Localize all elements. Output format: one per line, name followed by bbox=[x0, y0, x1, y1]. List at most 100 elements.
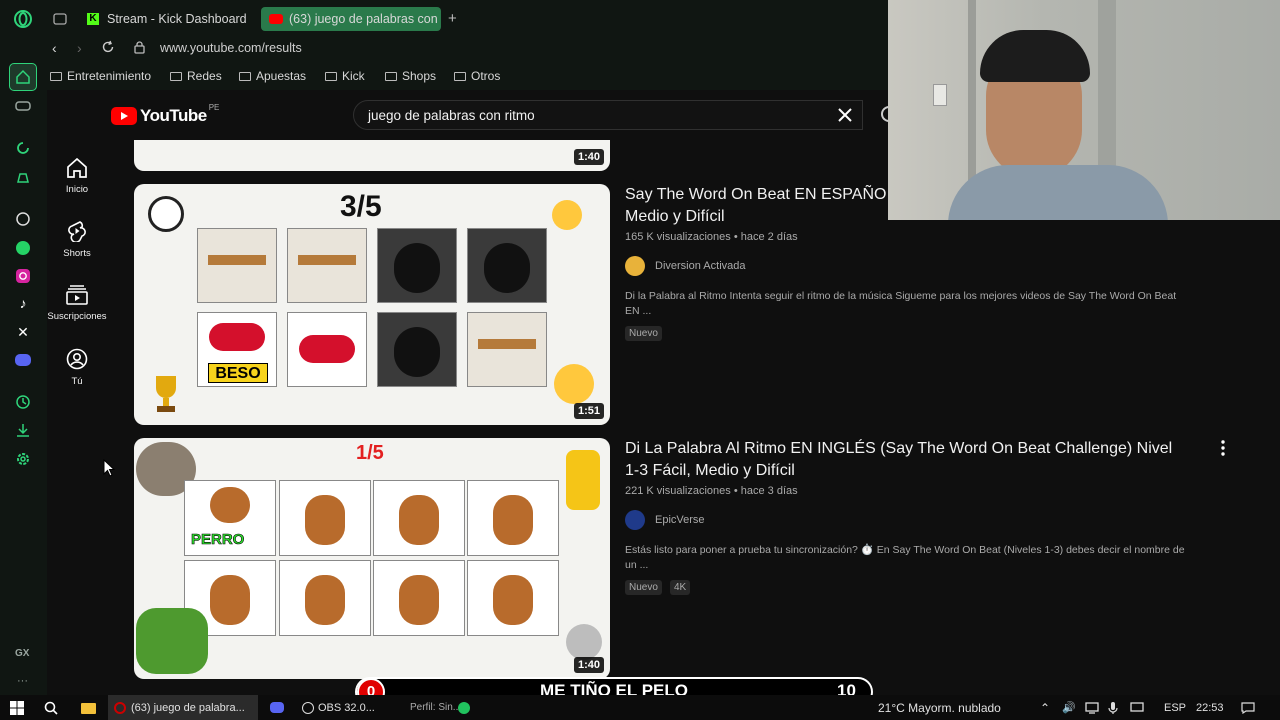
dog-card bbox=[279, 480, 371, 556]
nav-tu[interactable]: Tú bbox=[47, 348, 107, 387]
bookmark-shops[interactable]: Shops bbox=[385, 69, 436, 83]
more-actions-icon[interactable] bbox=[1220, 440, 1226, 461]
bookmark-label: Otros bbox=[471, 69, 501, 83]
video-title-line2: 1-3 Fácil, Medio y Difícil bbox=[625, 462, 795, 479]
nav-shorts[interactable]: Shorts bbox=[47, 220, 107, 259]
home-icon[interactable] bbox=[9, 63, 37, 91]
gamepad-icon[interactable] bbox=[12, 95, 34, 117]
taskbar-obs[interactable]: OBS 32.0... bbox=[302, 695, 375, 720]
tab-youtube-search[interactable]: (63) juego de palabras con bbox=[261, 7, 441, 31]
refresh-icon[interactable] bbox=[12, 137, 34, 159]
video-thumbnail[interactable]: 3/5 BESO 1:51 bbox=[134, 184, 610, 425]
chatgpt-icon[interactable] bbox=[12, 208, 34, 230]
dog-card bbox=[373, 560, 465, 636]
youtube-logo[interactable]: YouTube PE bbox=[111, 103, 219, 126]
windows-start-icon[interactable] bbox=[10, 695, 24, 720]
instagram-icon[interactable] bbox=[12, 265, 34, 287]
url-field[interactable]: www.youtube.com/results bbox=[160, 41, 302, 55]
dog-card bbox=[279, 560, 371, 636]
search-box[interactable]: juego de palabras con ritmo bbox=[353, 100, 863, 130]
volume-icon[interactable]: 🔊 bbox=[1062, 695, 1076, 720]
folder-icon bbox=[385, 71, 397, 81]
nav-suscripciones[interactable]: Suscripciones bbox=[47, 285, 107, 322]
video-title[interactable]: Say The Word On Beat EN ESPAÑO Medio y D… bbox=[625, 184, 886, 228]
video-meta: 221 K visualizaciones • hace 3 días bbox=[625, 485, 798, 497]
file-explorer-icon[interactable] bbox=[81, 695, 96, 720]
opera-logo-icon[interactable] bbox=[12, 8, 34, 30]
video-title-line2: Medio y Difícil bbox=[625, 208, 725, 225]
channel-name: Diversion Activada bbox=[655, 260, 746, 272]
gx-label[interactable]: GX bbox=[15, 648, 29, 659]
notifications-icon[interactable] bbox=[1241, 695, 1255, 720]
table-card bbox=[467, 312, 547, 387]
cat-icon bbox=[566, 624, 602, 660]
clear-search-icon[interactable] bbox=[838, 108, 852, 127]
new-badge: Nuevo bbox=[625, 326, 662, 341]
description-line2: EN ... bbox=[625, 305, 652, 317]
mouse-cursor bbox=[103, 458, 116, 482]
download-icon[interactable] bbox=[12, 419, 34, 441]
folder-icon bbox=[325, 71, 337, 81]
tab-manager-icon[interactable] bbox=[53, 12, 67, 30]
network-icon[interactable] bbox=[1085, 695, 1099, 720]
folder-icon bbox=[239, 71, 251, 81]
nav-inicio[interactable]: Inicio bbox=[47, 158, 107, 195]
channel-link[interactable]: EpicVerse bbox=[625, 510, 705, 530]
bookmark-label: Entretenimiento bbox=[67, 69, 152, 83]
language-indicator[interactable]: ESP bbox=[1164, 695, 1186, 720]
video-meta: 165 K visualizaciones • hace 2 días bbox=[625, 231, 798, 243]
discord-taskbar-icon[interactable] bbox=[270, 695, 284, 720]
more-icon[interactable]: ··· bbox=[17, 675, 28, 687]
weather-widget[interactable]: 21°C Mayorm. nublado bbox=[878, 695, 1001, 720]
taskbar-obs-profile[interactable]: Perfil: Sin... bbox=[410, 695, 461, 720]
party-face-icon bbox=[552, 200, 582, 230]
taskbar-label: OBS 32.0... bbox=[318, 701, 375, 714]
forward-icon[interactable]: › bbox=[77, 40, 82, 56]
green-app-icon[interactable] bbox=[458, 695, 470, 720]
duration-badge: 1:40 bbox=[573, 657, 604, 673]
new-tab-button[interactable]: + bbox=[448, 10, 457, 27]
clock[interactable]: 22:53 bbox=[1196, 695, 1224, 720]
bookmark-entretenimiento[interactable]: Entretenimiento bbox=[50, 69, 151, 83]
video-thumbnail[interactable]: 1/5 PERRO 1:40 bbox=[134, 438, 610, 679]
cleaner-icon[interactable] bbox=[12, 166, 34, 188]
settings-icon[interactable] bbox=[12, 448, 34, 470]
dog-card: PERRO bbox=[184, 480, 276, 556]
whatsapp-icon[interactable] bbox=[12, 237, 34, 259]
address-bar: ‹ › www.youtube.com/results bbox=[47, 38, 888, 62]
lips-card bbox=[287, 312, 367, 387]
video-thumbnail-partial[interactable]: 1:40 bbox=[134, 140, 610, 171]
video-title[interactable]: Di La Palabra Al Ritmo EN INGLÉS (Say Th… bbox=[625, 438, 1172, 482]
x-twitter-icon[interactable]: ✕ bbox=[12, 321, 34, 343]
bookmarks-bar: Entretenimiento Redes Apuestas Kick Shop… bbox=[47, 62, 888, 90]
dinosaur-icon bbox=[136, 608, 208, 674]
taskbar-search-icon[interactable] bbox=[44, 695, 58, 720]
taskbar-opera[interactable]: (63) juego de palabra... bbox=[108, 695, 258, 720]
bookmark-otros[interactable]: Otros bbox=[454, 69, 500, 83]
discord-icon[interactable] bbox=[12, 349, 34, 371]
tab-label: Stream - Kick Dashboard bbox=[107, 12, 247, 26]
video-description: Estás listo para poner a prueba tu sincr… bbox=[625, 543, 1225, 573]
history-icon[interactable] bbox=[12, 391, 34, 413]
microphone-icon[interactable] bbox=[1108, 695, 1118, 720]
search-input[interactable]: juego de palabras con ritmo bbox=[368, 108, 535, 123]
tab-kick-dashboard[interactable]: K Stream - Kick Dashboard bbox=[79, 7, 261, 31]
thumb-counter: 3/5 bbox=[340, 190, 382, 223]
channel-link[interactable]: Diversion Activada bbox=[625, 256, 746, 276]
bookmark-apuestas[interactable]: Apuestas bbox=[239, 69, 306, 83]
bookmark-kick[interactable]: Kick bbox=[325, 69, 365, 83]
folder-icon bbox=[454, 71, 466, 81]
monitor-icon[interactable] bbox=[1130, 695, 1144, 720]
tiktok-icon[interactable]: ♪ bbox=[12, 292, 34, 314]
tray-chevron-icon[interactable]: ⌃ bbox=[1040, 695, 1050, 720]
thumb-word: PERRO bbox=[191, 531, 245, 549]
tab-bar: K Stream - Kick Dashboard (63) juego de … bbox=[47, 0, 888, 38]
bookmark-label: Redes bbox=[187, 69, 222, 83]
back-icon[interactable]: ‹ bbox=[52, 40, 57, 56]
lock-icon bbox=[134, 41, 145, 59]
shorts-icon bbox=[68, 221, 86, 242]
bookmark-redes[interactable]: Redes bbox=[170, 69, 222, 83]
webcam-feed bbox=[888, 0, 1280, 220]
reload-icon[interactable] bbox=[101, 40, 115, 59]
cartoon-character-icon bbox=[566, 450, 600, 510]
